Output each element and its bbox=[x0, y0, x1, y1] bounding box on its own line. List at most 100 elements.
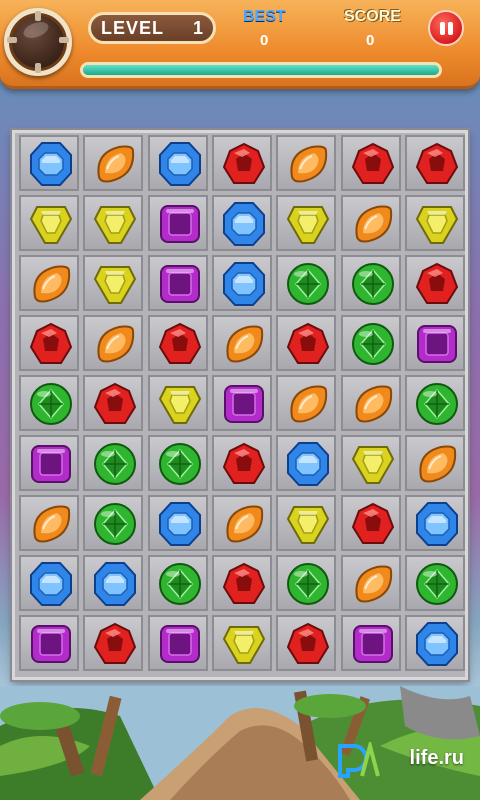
board-cell[interactable] bbox=[404, 315, 465, 371]
board-cell[interactable] bbox=[340, 615, 401, 671]
board-cell[interactable] bbox=[340, 135, 401, 191]
board-cell[interactable] bbox=[19, 255, 79, 311]
board-cell[interactable] bbox=[19, 555, 79, 611]
blue-gem-icon[interactable] bbox=[220, 201, 268, 247]
board-cell[interactable] bbox=[147, 255, 208, 311]
board-cell[interactable] bbox=[404, 375, 465, 431]
board-cell[interactable] bbox=[83, 495, 144, 551]
pause-button[interactable] bbox=[428, 10, 464, 46]
board-cell[interactable] bbox=[211, 135, 272, 191]
blue-gem-icon[interactable] bbox=[156, 141, 204, 187]
purple-gem-icon[interactable] bbox=[156, 621, 204, 667]
board-cell[interactable] bbox=[276, 435, 337, 491]
board-cell[interactable] bbox=[211, 195, 272, 251]
board-cell[interactable] bbox=[211, 255, 272, 311]
green-gem-icon[interactable] bbox=[91, 501, 139, 547]
green-gem-icon[interactable] bbox=[349, 261, 397, 307]
yellow-gem-icon[interactable] bbox=[91, 261, 139, 307]
board-cell[interactable] bbox=[276, 495, 337, 551]
green-gem-icon[interactable] bbox=[27, 381, 75, 427]
board-cell[interactable] bbox=[83, 555, 144, 611]
purple-gem-icon[interactable] bbox=[156, 201, 204, 247]
green-gem-icon[interactable] bbox=[156, 561, 204, 607]
board-cell[interactable] bbox=[340, 195, 401, 251]
red-gem-icon[interactable] bbox=[349, 501, 397, 547]
blue-gem-icon[interactable] bbox=[220, 261, 268, 307]
green-gem-icon[interactable] bbox=[413, 561, 461, 607]
board-cell[interactable] bbox=[147, 195, 208, 251]
blue-gem-icon[interactable] bbox=[413, 621, 461, 667]
board-cell[interactable] bbox=[404, 255, 465, 311]
green-gem-icon[interactable] bbox=[91, 441, 139, 487]
blue-gem-icon[interactable] bbox=[284, 441, 332, 487]
board-cell[interactable] bbox=[211, 615, 272, 671]
red-gem-icon[interactable] bbox=[156, 321, 204, 367]
board-cell[interactable] bbox=[340, 255, 401, 311]
blue-gem-icon[interactable] bbox=[27, 561, 75, 607]
board-cell[interactable] bbox=[147, 555, 208, 611]
purple-gem-icon[interactable] bbox=[349, 621, 397, 667]
board-cell[interactable] bbox=[340, 435, 401, 491]
orange-gem-icon[interactable] bbox=[349, 381, 397, 427]
board-cell[interactable] bbox=[211, 375, 272, 431]
board-cell[interactable] bbox=[404, 135, 465, 191]
board-cell[interactable] bbox=[147, 435, 208, 491]
board-cell[interactable] bbox=[147, 495, 208, 551]
board-cell[interactable] bbox=[83, 255, 144, 311]
red-gem-icon[interactable] bbox=[91, 381, 139, 427]
green-gem-icon[interactable] bbox=[284, 261, 332, 307]
orange-gem-icon[interactable] bbox=[27, 501, 75, 547]
board-cell[interactable] bbox=[19, 135, 79, 191]
yellow-gem-icon[interactable] bbox=[413, 201, 461, 247]
board-cell[interactable] bbox=[340, 495, 401, 551]
orange-gem-icon[interactable] bbox=[349, 201, 397, 247]
board-cell[interactable] bbox=[340, 315, 401, 371]
board-cell[interactable] bbox=[147, 135, 208, 191]
yellow-gem-icon[interactable] bbox=[91, 201, 139, 247]
purple-gem-icon[interactable] bbox=[220, 381, 268, 427]
board-cell[interactable] bbox=[276, 375, 337, 431]
board-cell[interactable] bbox=[276, 555, 337, 611]
red-gem-icon[interactable] bbox=[284, 621, 332, 667]
red-gem-icon[interactable] bbox=[27, 321, 75, 367]
orange-gem-icon[interactable] bbox=[413, 441, 461, 487]
board-cell[interactable] bbox=[83, 375, 144, 431]
board-cell[interactable] bbox=[19, 195, 79, 251]
purple-gem-icon[interactable] bbox=[27, 441, 75, 487]
board-cell[interactable] bbox=[211, 315, 272, 371]
red-gem-icon[interactable] bbox=[284, 321, 332, 367]
board-cell[interactable] bbox=[211, 555, 272, 611]
yellow-gem-icon[interactable] bbox=[349, 441, 397, 487]
purple-gem-icon[interactable] bbox=[156, 261, 204, 307]
board-cell[interactable] bbox=[404, 555, 465, 611]
board-cell[interactable] bbox=[19, 435, 79, 491]
board-cell[interactable] bbox=[276, 135, 337, 191]
orange-gem-icon[interactable] bbox=[284, 141, 332, 187]
board-cell[interactable] bbox=[83, 435, 144, 491]
board-cell[interactable] bbox=[19, 375, 79, 431]
board-cell[interactable] bbox=[404, 495, 465, 551]
board-cell[interactable] bbox=[404, 615, 465, 671]
yellow-gem-icon[interactable] bbox=[27, 201, 75, 247]
red-gem-icon[interactable] bbox=[349, 141, 397, 187]
orange-gem-icon[interactable] bbox=[91, 141, 139, 187]
board-cell[interactable] bbox=[211, 435, 272, 491]
blue-gem-icon[interactable] bbox=[156, 501, 204, 547]
board-cell[interactable] bbox=[83, 135, 144, 191]
yellow-gem-icon[interactable] bbox=[284, 201, 332, 247]
board-cell[interactable] bbox=[147, 315, 208, 371]
orange-gem-icon[interactable] bbox=[91, 321, 139, 367]
board-cell[interactable] bbox=[147, 375, 208, 431]
orange-gem-icon[interactable] bbox=[349, 561, 397, 607]
orange-gem-icon[interactable] bbox=[220, 321, 268, 367]
red-gem-icon[interactable] bbox=[413, 261, 461, 307]
board-cell[interactable] bbox=[83, 195, 144, 251]
board-cell[interactable] bbox=[83, 615, 144, 671]
green-gem-icon[interactable] bbox=[156, 441, 204, 487]
green-gem-icon[interactable] bbox=[284, 561, 332, 607]
board-cell[interactable] bbox=[19, 615, 79, 671]
orange-gem-icon[interactable] bbox=[27, 261, 75, 307]
red-gem-icon[interactable] bbox=[220, 561, 268, 607]
board-cell[interactable] bbox=[19, 315, 79, 371]
board-cell[interactable] bbox=[147, 615, 208, 671]
